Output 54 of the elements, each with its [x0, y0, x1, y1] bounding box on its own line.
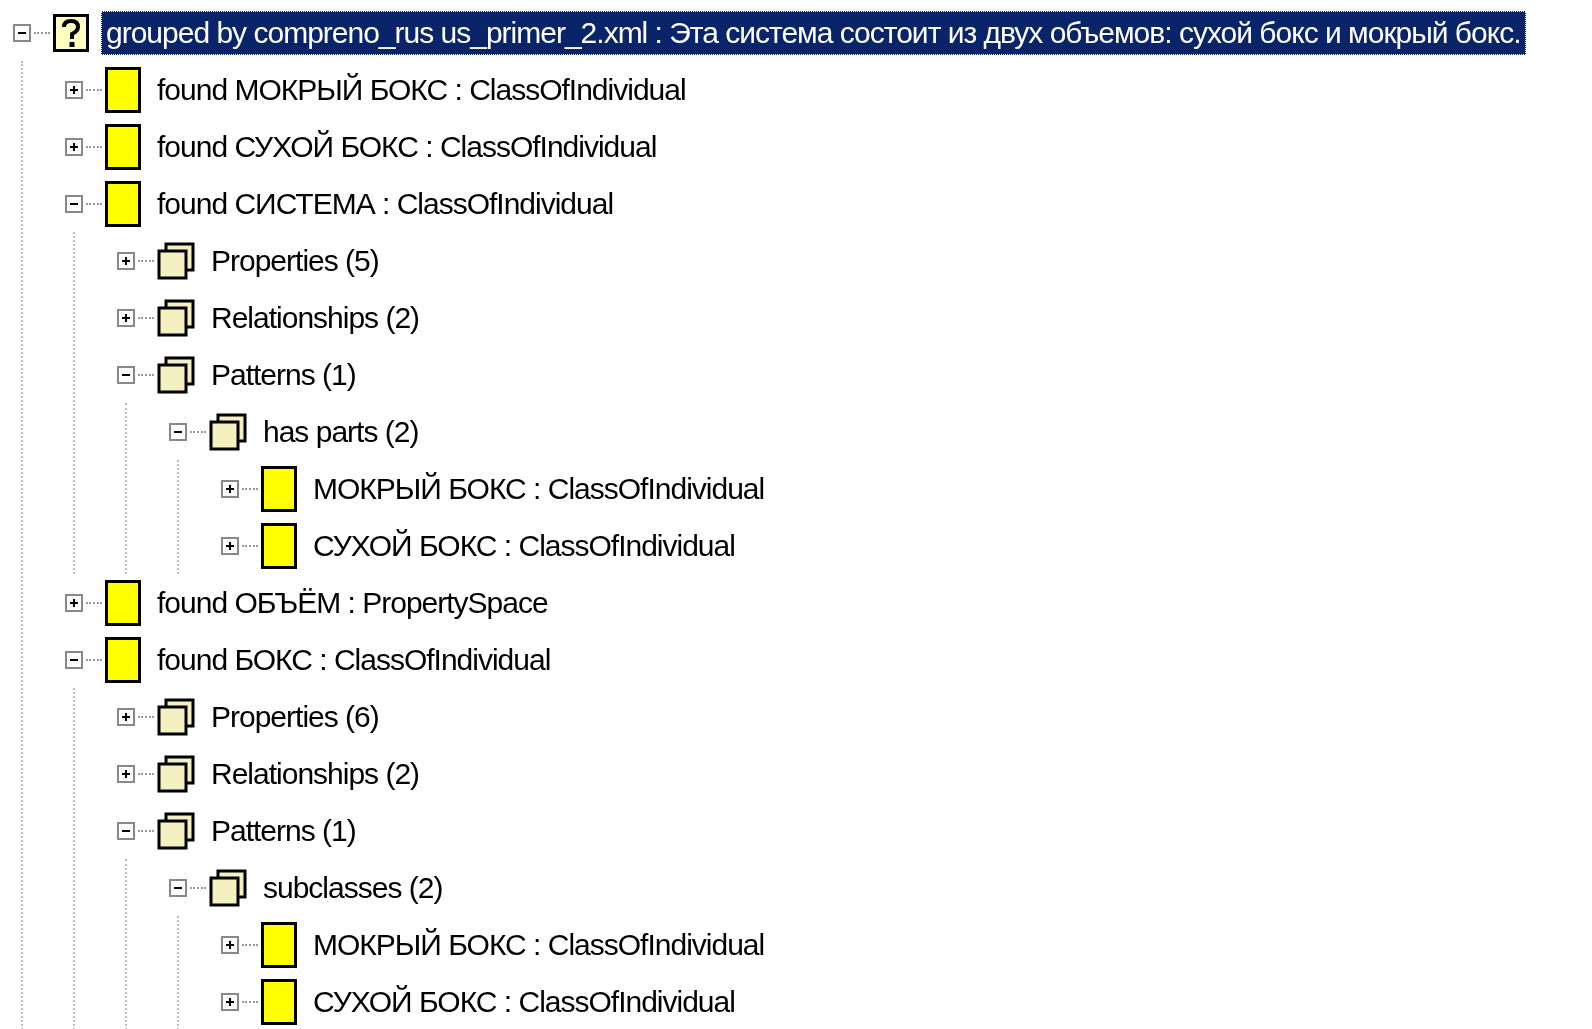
- square-icon: [105, 579, 141, 626]
- stacked-pages-icon: [209, 412, 247, 451]
- expand-toggle[interactable]: [221, 536, 239, 555]
- tree-item-label[interactable]: grouped by compreno_rus us_primer_2.xml : Эта система состоит из двух объемов: сухой бокс и мокрый бокс.: [101, 10, 1526, 55]
- tree-item-label[interactable]: Patterns (1): [207, 353, 360, 396]
- tree-item-label[interactable]: Patterns (1): [207, 809, 360, 852]
- square-icon: [105, 123, 141, 170]
- square-icon: [261, 978, 297, 1025]
- expand-toggle[interactable]: [65, 137, 83, 156]
- expand-toggle[interactable]: [117, 308, 135, 327]
- question-icon: [53, 13, 89, 52]
- expand-toggle[interactable]: [221, 935, 239, 954]
- stacked-pages-icon: [157, 355, 195, 394]
- tree-item-label[interactable]: found СИСТЕМА : ClassOfIndividual: [153, 182, 618, 225]
- tree-item-label[interactable]: has parts (2): [259, 410, 423, 453]
- collapse-toggle[interactable]: [117, 821, 135, 840]
- expand-toggle[interactable]: [117, 707, 135, 726]
- tree-item-label[interactable]: МОКРЫЙ БОКС : ClassOfIndividual: [309, 923, 769, 966]
- expand-toggle[interactable]: [221, 479, 239, 498]
- collapse-toggle[interactable]: [13, 23, 31, 42]
- tree-item-label[interactable]: СУХОЙ БОКС : ClassOfIndividual: [309, 980, 739, 1023]
- tree-item-label[interactable]: Properties (5): [207, 239, 383, 282]
- square-icon: [261, 522, 297, 569]
- tree-item-label[interactable]: Relationships (2): [207, 752, 424, 795]
- expand-toggle[interactable]: [65, 80, 83, 99]
- square-icon: [105, 636, 141, 683]
- tree-item-label[interactable]: СУХОЙ БОКС : ClassOfIndividual: [309, 524, 739, 567]
- square-icon: [261, 465, 297, 512]
- collapse-toggle[interactable]: [65, 194, 83, 213]
- expand-toggle[interactable]: [117, 764, 135, 783]
- tree-item-label[interactable]: found ОБЪЁМ : PropertySpace: [153, 581, 552, 624]
- square-icon: [105, 66, 141, 113]
- collapse-toggle[interactable]: [169, 878, 187, 897]
- tree-item-label[interactable]: found БОКС : ClassOfIndividual: [153, 638, 555, 681]
- expand-toggle[interactable]: [65, 593, 83, 612]
- tree-item-label[interactable]: Relationships (2): [207, 296, 424, 339]
- stacked-pages-icon: [157, 298, 195, 337]
- tree-item-label[interactable]: subclasses (2): [259, 866, 447, 909]
- stacked-pages-icon: [157, 811, 195, 850]
- tree-item-label[interactable]: Properties (6): [207, 695, 383, 738]
- collapse-toggle[interactable]: [169, 422, 187, 441]
- collapse-toggle[interactable]: [117, 365, 135, 384]
- tree-item-label[interactable]: found СУХОЙ БОКС : ClassOfIndividual: [153, 125, 661, 168]
- expand-toggle[interactable]: [117, 251, 135, 270]
- stacked-pages-icon: [157, 754, 195, 793]
- stacked-pages-icon: [209, 868, 247, 907]
- square-icon: [105, 180, 141, 227]
- expand-toggle[interactable]: [221, 992, 239, 1011]
- collapse-toggle[interactable]: [65, 650, 83, 669]
- stacked-pages-icon: [157, 241, 195, 280]
- tree-item-label[interactable]: МОКРЫЙ БОКС : ClassOfIndividual: [309, 467, 769, 510]
- stacked-pages-icon: [157, 697, 195, 736]
- tree-item-label[interactable]: found МОКРЫЙ БОКС : ClassOfIndividual: [153, 68, 690, 111]
- square-icon: [261, 921, 297, 968]
